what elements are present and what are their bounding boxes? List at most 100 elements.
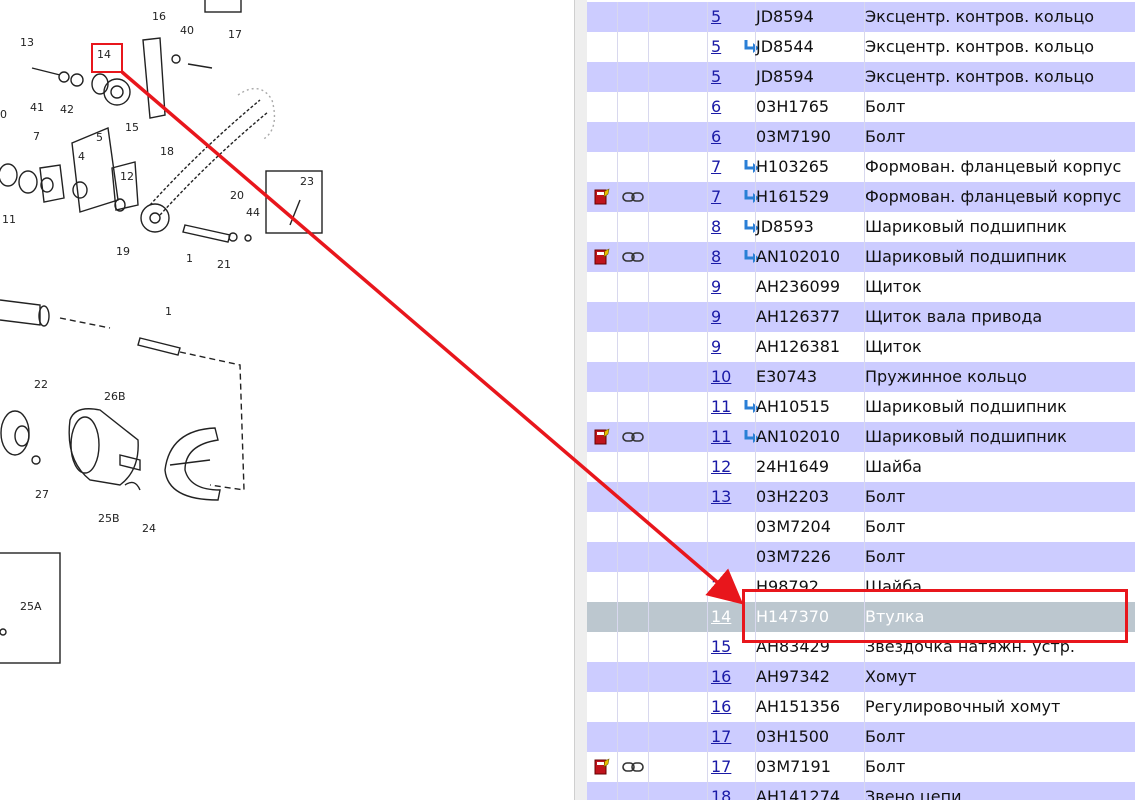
info-cell[interactable] (587, 422, 618, 452)
ref-number-link[interactable]: 5 (711, 67, 721, 86)
table-row[interactable]: 9 AH236099 Щиток (587, 272, 1135, 302)
link-cell[interactable] (618, 242, 649, 272)
ref-number-link[interactable]: 6 (711, 97, 721, 116)
service-book-icon[interactable] (593, 188, 611, 206)
link-cell[interactable] (618, 182, 649, 212)
ref-number-link[interactable]: 9 (711, 307, 721, 326)
svg-text:20: 20 (230, 189, 244, 202)
info-cell[interactable] (587, 752, 618, 782)
table-row[interactable]: 15 AH83429 Звездочка натяжн. устр. (587, 632, 1135, 662)
table-row[interactable]: 11 AN102010 Шариковый подшипник (587, 422, 1135, 452)
ref-number-link[interactable]: 9 (711, 337, 721, 356)
link-cell[interactable] (618, 752, 649, 782)
ref-number-link[interactable]: 11 (711, 397, 731, 416)
description-cell: Щиток вала привода (865, 307, 1043, 326)
table-row[interactable]: 13 03H2203 Болт (587, 482, 1135, 512)
description-cell: Болт (865, 727, 906, 746)
chain-link-icon[interactable] (622, 191, 644, 203)
alternate-cell (649, 32, 759, 62)
part-number-cell: H98792 (753, 572, 865, 602)
table-row[interactable]: 03M7226 Болт (587, 542, 1135, 572)
table-row[interactable]: 6 03M7190 Болт (587, 122, 1135, 152)
table-row[interactable]: 7 H103265 Формован. фланцевый корпус (587, 152, 1135, 182)
table-row[interactable]: 9 AH126377 Щиток вала привода (587, 302, 1135, 332)
table-row[interactable]: 16 AH151356 Регулировочный хомут (587, 692, 1135, 722)
table-row[interactable]: 11 AH10515 Шариковый подшипник (587, 392, 1135, 422)
info-cell[interactable] (587, 242, 618, 272)
link-cell (618, 212, 649, 242)
svg-text:5: 5 (96, 131, 103, 144)
table-row[interactable]: 5 JD8544 Эксцентр. контров. кольцо (587, 32, 1135, 62)
chain-link-icon[interactable] (622, 251, 644, 263)
table-row[interactable]: 03M7204 Болт (587, 512, 1135, 542)
table-row[interactable]: 7 H161529 Формован. фланцевый корпус (587, 182, 1135, 212)
table-row[interactable]: 10 E30743 Пружинное кольцо (587, 362, 1135, 392)
ref-number-cell: 15 (708, 632, 756, 662)
ref-number-link[interactable]: 5 (711, 37, 721, 56)
chain-link-icon[interactable] (622, 431, 644, 443)
ref-number-link[interactable]: 5 (711, 7, 721, 26)
svg-text:26B: 26B (104, 390, 126, 403)
part-number-cell: AH151356 (753, 692, 865, 722)
table-row[interactable]: 14 H98792 Шайба (587, 572, 1135, 602)
ref-number-link[interactable]: 7 (711, 187, 721, 206)
table-row[interactable]: 5 JD8594 Эксцентр. контров. кольцо (587, 2, 1135, 32)
ref-number-link[interactable]: 18 (711, 787, 731, 800)
ref-number-link[interactable]: 14 (711, 577, 731, 596)
info-cell (587, 32, 618, 62)
table-row[interactable]: 8 AN102010 Шариковый подшипник (587, 242, 1135, 272)
info-cell[interactable] (587, 182, 618, 212)
diagram-illustration: 16 40 17 13 14 41 42 15 7 5 4 12 18 20 2… (0, 0, 323, 664)
table-row[interactable]: 12 24H1649 Шайба (587, 452, 1135, 482)
table-row-selected[interactable]: 14 H147370 Втулка (587, 602, 1135, 632)
ref-number-link[interactable]: 16 (711, 667, 731, 686)
alternate-cell (649, 152, 759, 182)
ref-number-link[interactable]: 13 (711, 487, 731, 506)
parts-diagram[interactable]: 16 40 17 13 14 41 42 15 7 5 4 12 18 20 2… (0, 0, 580, 800)
info-cell (587, 722, 618, 752)
chain-link-icon[interactable] (622, 761, 644, 773)
link-cell (618, 62, 649, 92)
ref-number-link[interactable]: 7 (711, 157, 721, 176)
ref-number-link[interactable]: 6 (711, 127, 721, 146)
ref-number-link[interactable]: 11 (711, 427, 731, 446)
pane-divider[interactable] (574, 0, 587, 800)
part-number-cell: AH126381 (753, 332, 865, 362)
ref-number-link[interactable]: 15 (711, 637, 731, 656)
part-number-cell: 03M7226 (753, 542, 865, 572)
table-row[interactable]: 16 AH97342 Хомут (587, 662, 1135, 692)
service-book-icon[interactable] (593, 758, 611, 776)
part-number-cell: H161529 (753, 182, 865, 212)
ref-number-link[interactable]: 8 (711, 217, 721, 236)
description-cell: Болт (865, 547, 906, 566)
ref-number-link[interactable]: 12 (711, 457, 731, 476)
ref-number-link[interactable]: 17 (711, 727, 731, 746)
ref-number-link[interactable]: 9 (711, 277, 721, 296)
ref-number-link[interactable]: 8 (711, 247, 721, 266)
service-book-icon[interactable] (593, 428, 611, 446)
ref-number-link[interactable]: 16 (711, 697, 731, 716)
table-row[interactable]: 17 03M7191 Болт (587, 752, 1135, 782)
info-cell (587, 62, 618, 92)
link-cell (618, 692, 649, 722)
ref-number-link[interactable]: 14 (711, 607, 731, 626)
table-row[interactable]: 8 JD8593 Шариковый подшипник (587, 212, 1135, 242)
svg-text:1: 1 (186, 252, 193, 265)
svg-text:18: 18 (160, 145, 174, 158)
ref-number-link[interactable]: 10 (711, 367, 731, 386)
ref-number-link[interactable]: 17 (711, 757, 731, 776)
table-row[interactable]: 17 03H1500 Болт (587, 722, 1135, 752)
svg-text:44: 44 (246, 206, 260, 219)
table-row[interactable]: 9 AH126381 Щиток (587, 332, 1135, 362)
link-cell (618, 722, 649, 752)
table-row[interactable]: 18 AH141274 Звено цепи (587, 782, 1135, 800)
service-book-icon[interactable] (593, 248, 611, 266)
info-cell (587, 602, 618, 632)
table-row[interactable]: 6 03H1765 Болт (587, 92, 1135, 122)
link-cell[interactable] (618, 422, 649, 452)
info-cell (587, 302, 618, 332)
table-row[interactable]: 5 JD8594 Эксцентр. контров. кольцо (587, 62, 1135, 92)
part-number-cell: AN102010 (753, 242, 865, 272)
alternate-cell (649, 572, 708, 602)
ref-number-cell (708, 542, 756, 572)
